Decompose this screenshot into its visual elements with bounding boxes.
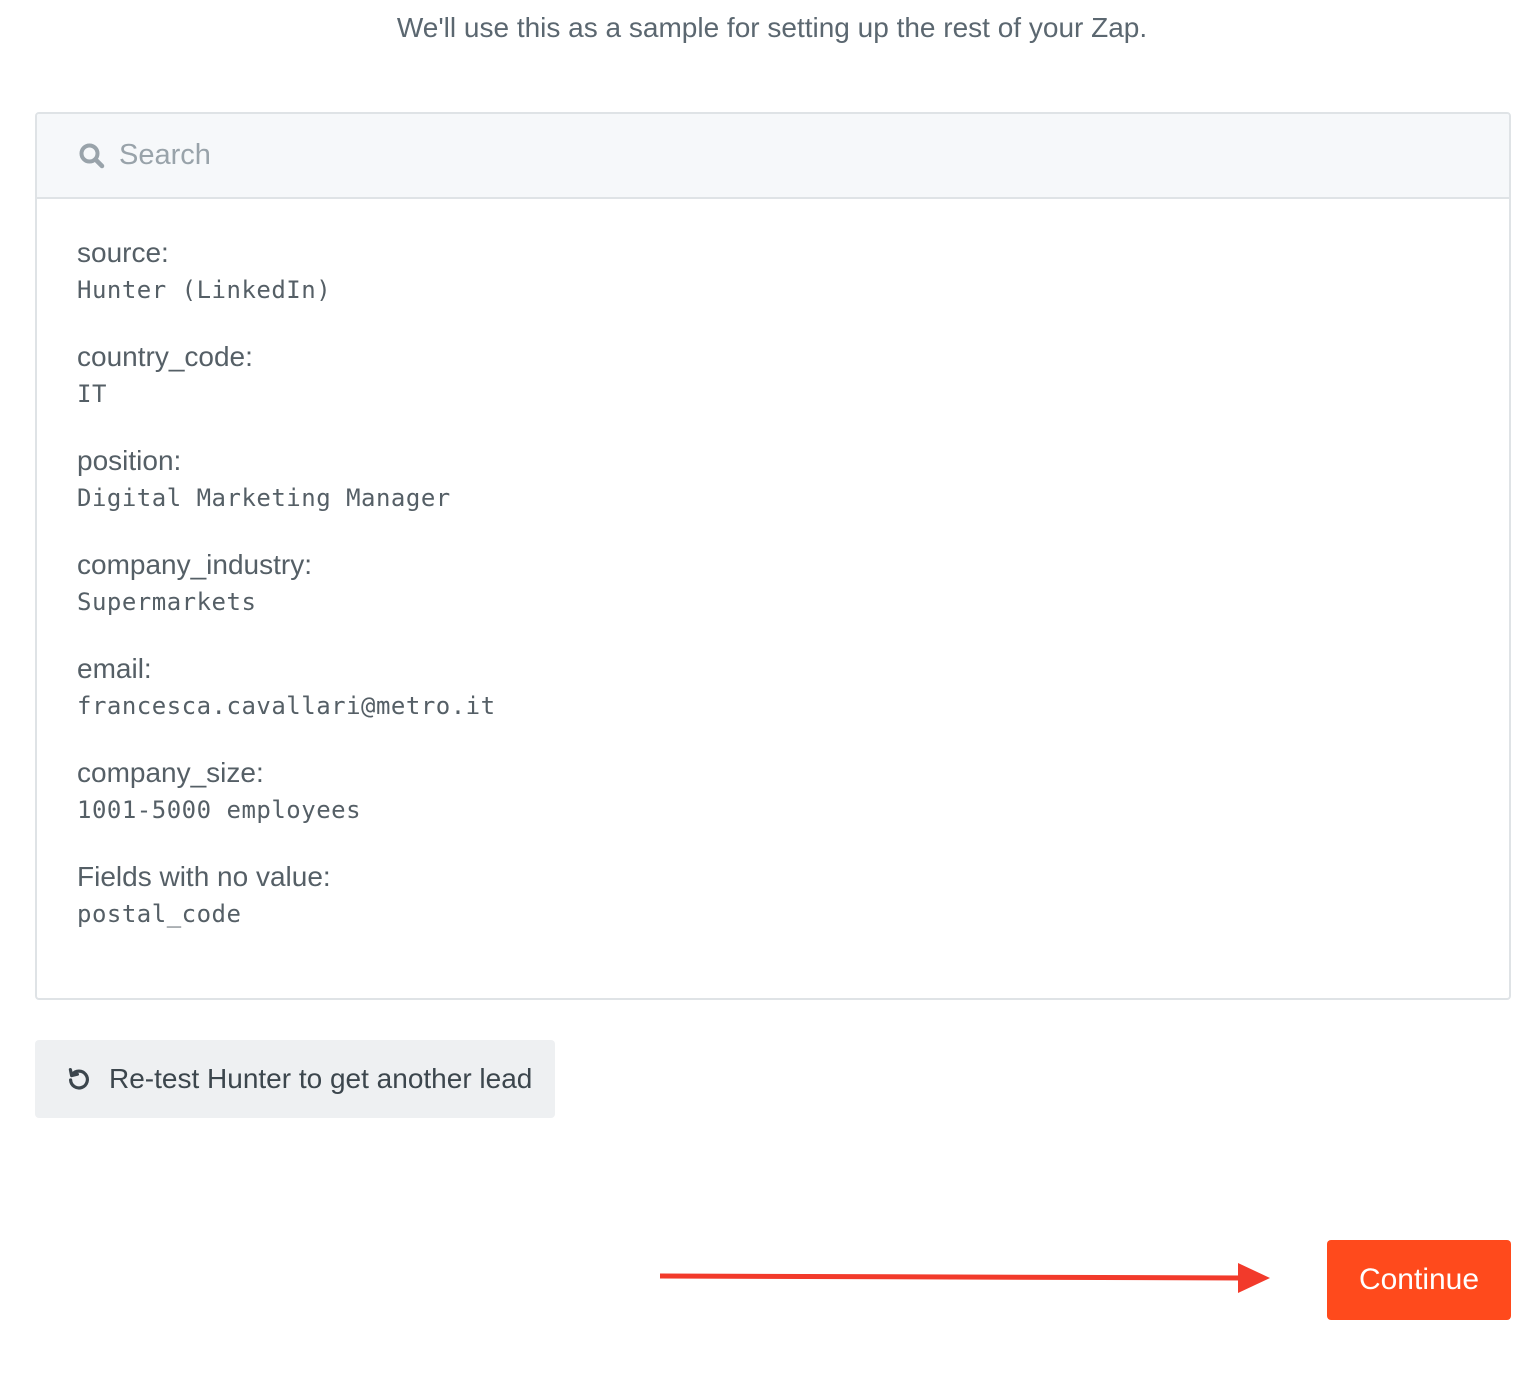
sample-data-panel: source: Hunter (LinkedIn) country_code: … (35, 112, 1511, 1000)
search-input[interactable] (119, 130, 1419, 181)
retest-button-label: Re-test Hunter to get another lead (109, 1063, 533, 1094)
page-subtitle: We'll use this as a sample for setting u… (396, 12, 1148, 43)
field-value: Hunter (LinkedIn) (77, 276, 332, 304)
field-value: Digital Marketing Manager (77, 484, 451, 512)
field-company-size: company_size: 1001-5000 employees (77, 755, 1509, 859)
continue-button-label: Continue (1358, 1263, 1480, 1296)
field-label: source: (77, 237, 169, 268)
refresh-icon (65, 1065, 93, 1093)
field-label: email: (77, 653, 152, 684)
field-value: Supermarkets (77, 588, 257, 616)
fields-with-no-value: Fields with no value: postal_code (77, 859, 1509, 963)
field-value: francesca.cavallari@metro.it (77, 692, 496, 720)
field-label: company_size: (77, 757, 264, 788)
field-label: position: (77, 445, 182, 476)
field-label: country_code: (77, 341, 253, 372)
search-icon (77, 141, 107, 171)
sample-fields-list: source: Hunter (LinkedIn) country_code: … (37, 199, 1509, 963)
annotation-arrow-icon (659, 1263, 1270, 1293)
field-source: source: Hunter (LinkedIn) (77, 235, 1509, 339)
field-company-industry: company_industry: Supermarkets (77, 547, 1509, 651)
field-label: Fields with no value: (77, 861, 331, 892)
field-value: 1001-5000 employees (77, 796, 362, 824)
retest-button[interactable]: Re-test Hunter to get another lead (35, 1040, 555, 1118)
continue-button[interactable]: Continue (1327, 1240, 1511, 1320)
field-label: company_industry: (77, 549, 313, 580)
search-bar (37, 114, 1509, 199)
field-country-code: country_code: IT (77, 339, 1509, 443)
page: We'll use this as a sample for setting u… (0, 0, 1539, 1396)
field-value: IT (77, 380, 107, 408)
field-email: email: francesca.cavallari@metro.it (77, 651, 1509, 755)
field-value: postal_code (77, 900, 242, 928)
field-position: position: Digital Marketing Manager (77, 443, 1509, 547)
